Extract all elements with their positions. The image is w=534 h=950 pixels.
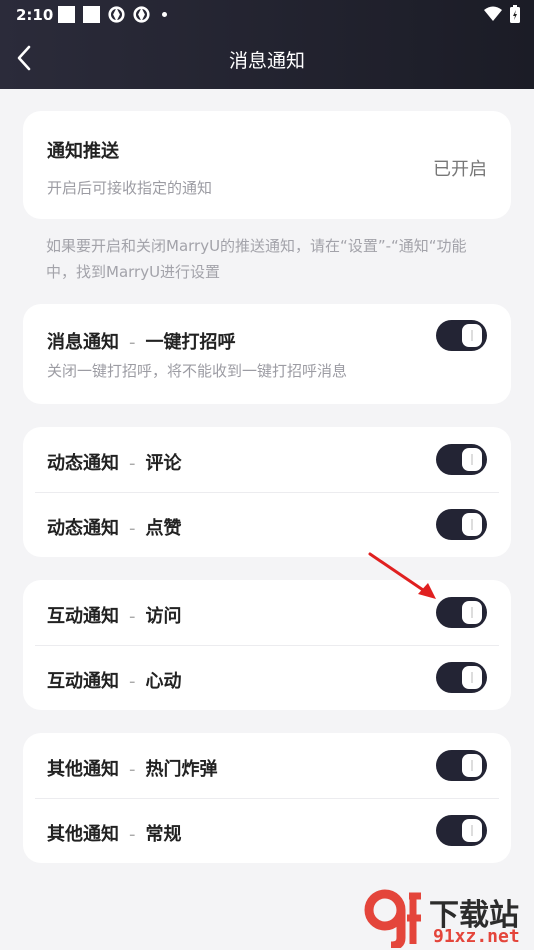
separator: -	[129, 518, 136, 539]
toggle-knob	[462, 666, 482, 689]
push-notification-card[interactable]: 通知推送 开启后可接收指定的通知 已开启	[23, 111, 511, 219]
watermark-site: 91xz.net	[433, 926, 520, 947]
separator: -	[129, 332, 136, 353]
toggle-knob	[462, 324, 482, 347]
other-notice-card: 其他通知 - 热门炸弹 其他通知 - 常规	[23, 733, 511, 863]
setting-row: 其他通知 - 热门炸弹	[23, 733, 511, 798]
toggle-quick-greeting[interactable]	[436, 320, 487, 351]
setting-label: 动态通知 - 点赞	[47, 514, 182, 540]
setting-item: 评论	[145, 453, 182, 474]
toggle-knob	[462, 601, 482, 624]
nav-bar: 消息通知	[0, 30, 534, 89]
toggle-visit[interactable]	[436, 597, 487, 628]
status-time: 2:10	[16, 6, 54, 24]
setting-category: 互动通知	[47, 671, 119, 692]
status-bar: 2:10	[0, 0, 534, 30]
setting-row: 互动通知 - 心动	[23, 645, 511, 710]
top-bar: 2:10 消息通知	[0, 0, 534, 89]
separator: -	[129, 824, 136, 845]
setting-category: 动态通知	[47, 518, 119, 539]
separator: -	[129, 671, 136, 692]
toggle-knob	[462, 448, 482, 471]
setting-item: 一键打招呼	[145, 332, 236, 353]
toggle-knob	[462, 754, 482, 777]
push-settings-note: 如果要开启和关闭MarryU的推送通知，请在“设置”-“通知“功能中，找到Mar…	[46, 237, 467, 281]
more-notifications-dot	[162, 12, 167, 17]
setting-category: 其他通知	[47, 759, 119, 780]
push-title: 通知推送	[47, 141, 119, 162]
annotation-arrow-icon	[368, 552, 436, 599]
aperture-icon	[108, 6, 125, 23]
toggle-regular[interactable]	[436, 815, 487, 846]
setting-item: 心动	[145, 671, 182, 692]
setting-label: 互动通知 - 心动	[47, 667, 182, 693]
setting-item: 访问	[145, 606, 182, 627]
message-notice-card: 消息通知 - 一键打招呼 关闭一键打招呼，将不能收到一键打招呼消息	[23, 304, 511, 404]
aperture-icon	[133, 6, 150, 23]
page-title: 消息通知	[228, 50, 305, 72]
setting-item: 热门炸弹	[145, 759, 218, 780]
setting-label: 消息通知 - 一键打招呼	[47, 328, 236, 354]
setting-row: 动态通知 - 点赞	[23, 492, 511, 557]
separator: -	[129, 606, 136, 627]
toggle-knob	[462, 513, 482, 536]
toggle-hot-bomb[interactable]	[436, 750, 487, 781]
separator: -	[129, 453, 136, 474]
push-subtitle: 开启后可接收指定的通知	[47, 179, 213, 197]
setting-item: 点赞	[145, 518, 182, 539]
battery-icon	[510, 5, 520, 23]
setting-label: 其他通知 - 热门炸弹	[47, 755, 218, 781]
setting-label: 互动通知 - 访问	[47, 602, 182, 628]
setting-description: 关闭一键打招呼，将不能收到一键打招呼消息	[47, 362, 348, 380]
toggle-heartbeat[interactable]	[436, 662, 487, 693]
toggle-like[interactable]	[436, 509, 487, 540]
toggle-knob	[462, 819, 482, 842]
toggle-comment[interactable]	[436, 444, 487, 475]
setting-row: 动态通知 - 评论	[23, 427, 511, 492]
dynamic-notice-card: 动态通知 - 评论 动态通知 - 点赞	[23, 427, 511, 557]
setting-item: 常规	[145, 824, 182, 845]
separator: -	[129, 759, 136, 780]
watermark-9f-icon	[364, 889, 421, 948]
notification-square-icon	[58, 6, 75, 23]
notification-icons	[58, 6, 167, 23]
setting-label: 其他通知 - 常规	[47, 820, 182, 846]
watermark-logo: 下载站 91xz.net	[363, 888, 531, 948]
setting-category: 互动通知	[47, 606, 119, 627]
setting-category: 消息通知	[47, 332, 119, 353]
push-status: 已开启	[433, 159, 487, 180]
setting-label: 动态通知 - 评论	[47, 449, 182, 475]
system-icons	[484, 5, 520, 23]
setting-category: 动态通知	[47, 453, 119, 474]
setting-row: 其他通知 - 常规	[23, 798, 511, 863]
wifi-icon	[484, 6, 502, 21]
notification-square-icon	[83, 6, 100, 23]
setting-category: 其他通知	[47, 824, 119, 845]
